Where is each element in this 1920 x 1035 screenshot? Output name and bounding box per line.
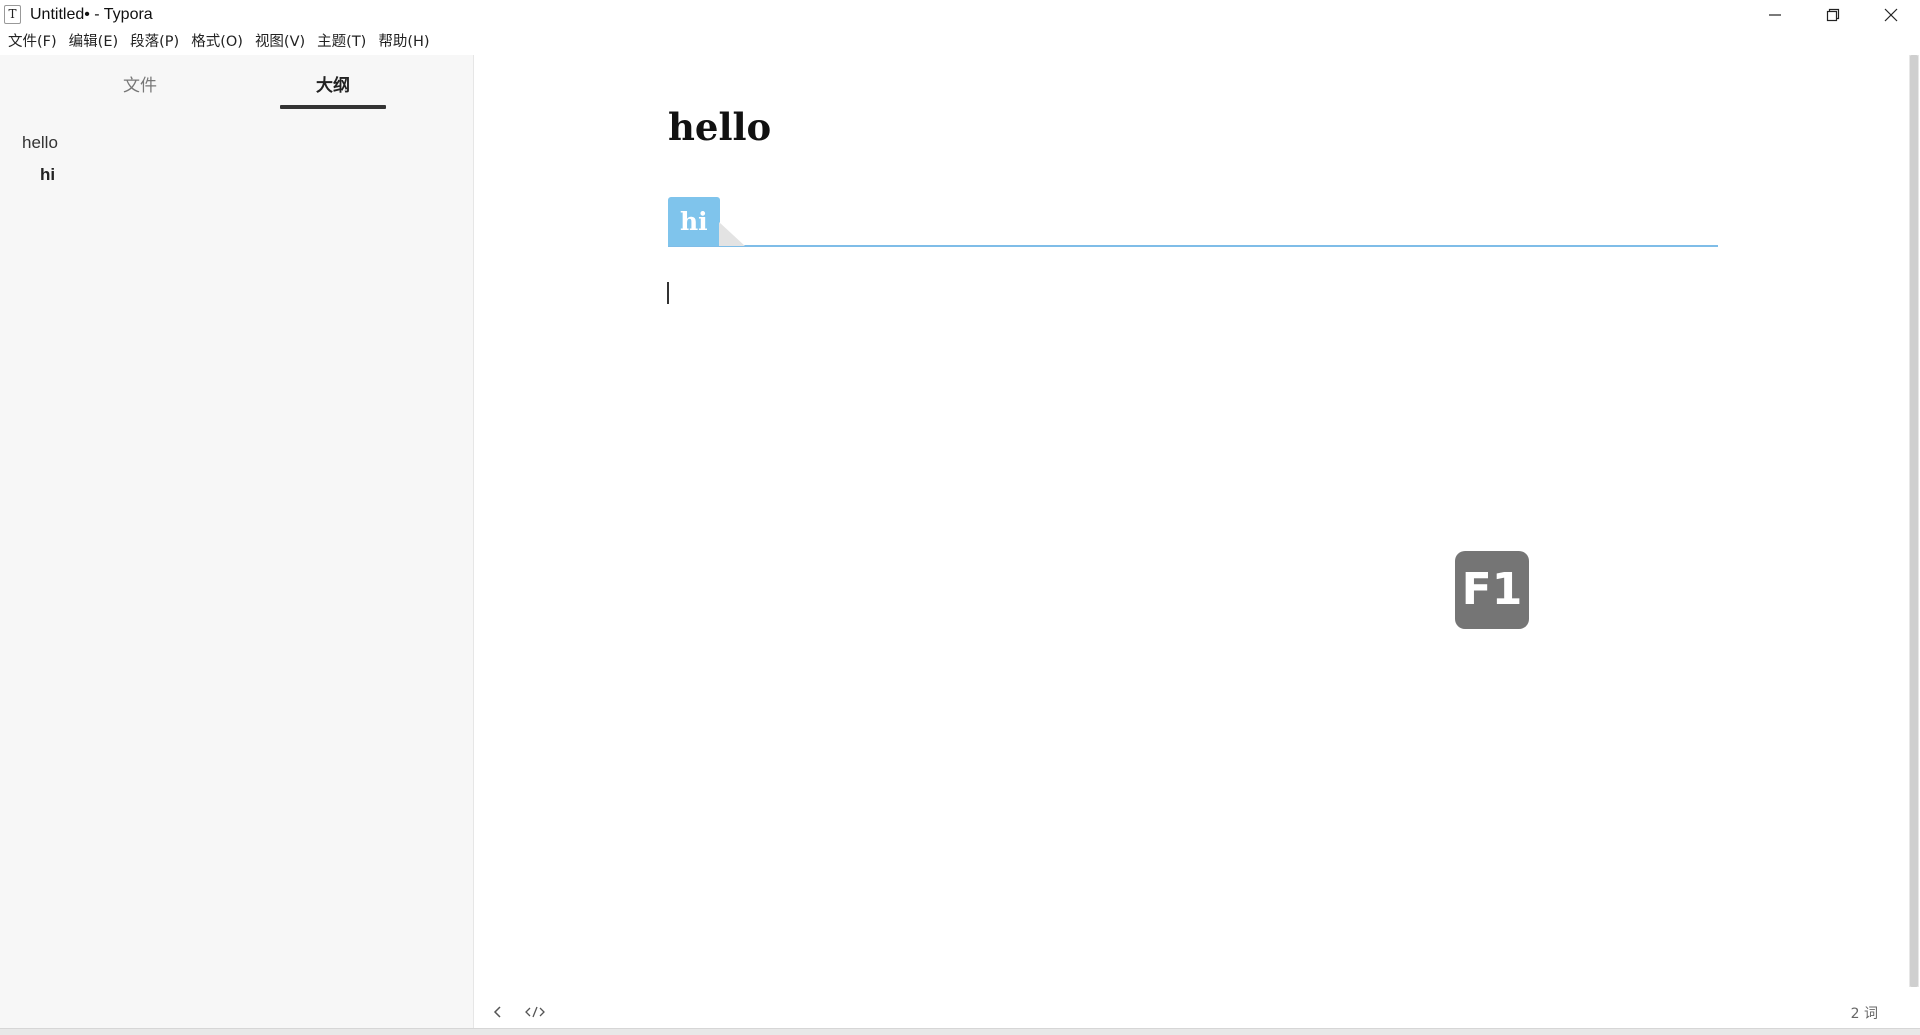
document-heading-2-block[interactable]: hi	[668, 197, 1718, 247]
document-heading-1[interactable]: hello	[668, 105, 771, 149]
outline-list: hello hi	[0, 127, 473, 191]
heading-fold-decoration	[719, 222, 745, 246]
window-controls	[1746, 0, 1920, 29]
scrollbar-thumb[interactable]	[1910, 55, 1918, 987]
window-title: Untitled• - Typora	[30, 5, 153, 23]
word-count[interactable]: 2 词	[1851, 1003, 1878, 1023]
typora-app-icon: T	[4, 5, 21, 24]
tab-files[interactable]: 文件	[110, 71, 170, 96]
menu-theme[interactable]: 主题(T)	[311, 29, 372, 55]
close-button[interactable]	[1862, 0, 1920, 29]
menu-format[interactable]: 格式(O)	[185, 29, 249, 55]
menu-paragraph[interactable]: 段落(P)	[124, 29, 185, 55]
editor-area[interactable]: hello hi F1	[475, 55, 1905, 1005]
code-icon	[525, 1006, 545, 1018]
tab-outline[interactable]: 大纲	[280, 71, 386, 96]
restore-button[interactable]	[1804, 0, 1862, 29]
menu-edit[interactable]: 编辑(E)	[63, 29, 124, 55]
minimize-button[interactable]	[1746, 0, 1804, 29]
menu-view[interactable]: 视图(V)	[249, 29, 311, 55]
sidebar-tabs: 文件 大纲	[0, 55, 473, 112]
source-mode-button[interactable]	[523, 1000, 547, 1024]
close-icon	[1884, 8, 1898, 21]
status-bar: 2 词	[475, 997, 1920, 1027]
vertical-scrollbar[interactable]	[1909, 55, 1919, 987]
active-tab-indicator	[280, 105, 386, 109]
menu-file[interactable]: 文件(F)	[2, 29, 63, 55]
menu-bar: 文件(F) 编辑(E) 段落(P) 格式(O) 视图(V) 主题(T) 帮助(H…	[0, 29, 436, 55]
outline-item-hi[interactable]: hi	[0, 159, 473, 191]
menu-help[interactable]: 帮助(H)	[372, 29, 435, 55]
restore-icon	[1826, 8, 1840, 21]
sidebar: 文件 大纲 hello hi	[0, 55, 474, 1035]
key-press-badge: F1	[1455, 551, 1529, 629]
minimize-icon	[1769, 13, 1781, 16]
chevron-left-icon	[493, 1006, 501, 1018]
title-bar: T Untitled• - Typora	[0, 0, 1920, 29]
bottom-edge	[0, 1028, 1920, 1035]
toggle-sidebar-button[interactable]	[486, 1000, 510, 1024]
document-heading-2[interactable]: hi	[668, 197, 720, 246]
text-cursor	[667, 282, 669, 304]
outline-item-hello[interactable]: hello	[0, 127, 473, 159]
